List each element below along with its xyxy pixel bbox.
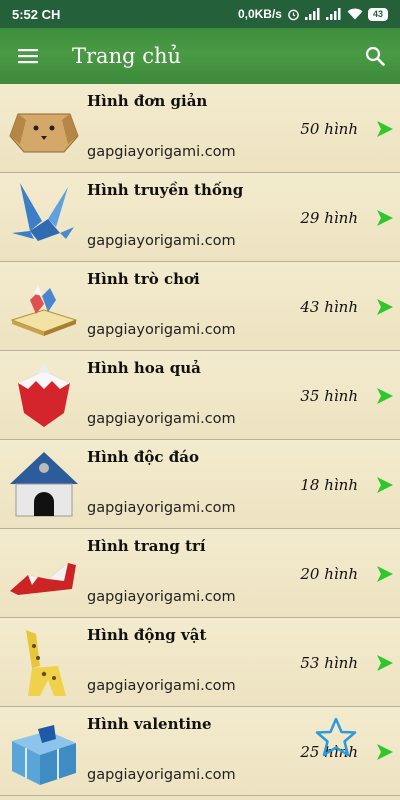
hamburger-menu-icon[interactable] [0, 28, 56, 84]
category-count: 50 hình [300, 120, 358, 138]
signal-icon [304, 8, 320, 20]
status-bar: 5:52 CH 0,0KB/s 43 [0, 0, 400, 28]
category-title: Hình truyền thống [87, 181, 244, 199]
origami-dog-face-icon [9, 113, 79, 153]
category-title: Hình trò chơi [87, 270, 200, 288]
list-item[interactable]: Hình đơn giản 50 hình gapgiayorigami.com [0, 84, 400, 173]
origami-shoe-icon [10, 563, 76, 595]
category-site: gapgiayorigami.com [87, 589, 236, 605]
origami-strawberry-icon [18, 363, 70, 427]
category-count: 35 hình [300, 387, 358, 405]
origami-game-board-icon [10, 284, 78, 336]
category-count: 43 hình [300, 298, 358, 316]
status-icons: 0,0KB/s 43 [238, 7, 388, 21]
origami-house-icon [10, 452, 78, 517]
alarm-icon [288, 9, 299, 20]
category-title: Hình hoa quả [87, 359, 201, 377]
category-title: Hình độc đáo [87, 448, 199, 466]
arrow-right-icon[interactable] [376, 565, 394, 583]
category-title: Hình động vật [87, 626, 207, 644]
search-icon[interactable] [350, 28, 400, 84]
category-site: gapgiayorigami.com [87, 233, 236, 249]
origami-gift-box-icon [12, 725, 76, 785]
category-list: Hình đơn giản 50 hình gapgiayorigami.com… [0, 84, 400, 796]
star-outline-icon[interactable] [314, 716, 358, 760]
battery-icon: 43 [367, 7, 388, 21]
arrow-right-icon[interactable] [376, 743, 394, 761]
arrow-right-icon[interactable] [376, 120, 394, 138]
category-count: 20 hình [300, 565, 358, 583]
category-site: gapgiayorigami.com [87, 322, 236, 338]
origami-bird-icon [12, 183, 74, 241]
category-count: 29 hình [300, 209, 358, 227]
arrow-right-icon[interactable] [376, 209, 394, 227]
app-bar: Trang chủ [0, 28, 400, 84]
list-item[interactable]: Hình hoa quả 35 hình gapgiayorigami.com [0, 351, 400, 440]
status-time: 5:52 CH [12, 6, 61, 22]
arrow-right-icon[interactable] [376, 654, 394, 672]
signal-icon-2 [325, 8, 341, 20]
list-item[interactable]: Hình truyền thống 29 hình gapgiayorigami… [0, 173, 400, 262]
category-site: gapgiayorigami.com [87, 411, 236, 427]
category-count: 18 hình [300, 476, 358, 494]
arrow-right-icon[interactable] [376, 476, 394, 494]
list-item[interactable]: Hình độc đáo 18 hình gapgiayorigami.com [0, 440, 400, 529]
category-count: 53 hình [300, 654, 358, 672]
category-site: gapgiayorigami.com [87, 767, 236, 783]
category-site: gapgiayorigami.com [87, 500, 236, 516]
wifi-icon [347, 8, 363, 20]
list-item[interactable]: Hình động vật 53 hình gapgiayorigami.com [0, 618, 400, 707]
list-item[interactable]: Hình trang trí 20 hình gapgiayorigami.co… [0, 529, 400, 618]
network-speed: 0,0KB/s [237, 7, 282, 21]
category-title: Hình valentine [87, 715, 212, 733]
category-site: gapgiayorigami.com [87, 144, 236, 160]
origami-giraffe-icon [26, 630, 66, 696]
page-title: Trang chủ [72, 44, 182, 68]
arrow-right-icon[interactable] [376, 387, 394, 405]
category-site: gapgiayorigami.com [87, 678, 236, 694]
arrow-right-icon[interactable] [376, 298, 394, 316]
category-title: Hình trang trí [87, 537, 206, 555]
category-title: Hình đơn giản [87, 92, 208, 110]
list-item[interactable]: Hình trò chơi 43 hình gapgiayorigami.com [0, 262, 400, 351]
